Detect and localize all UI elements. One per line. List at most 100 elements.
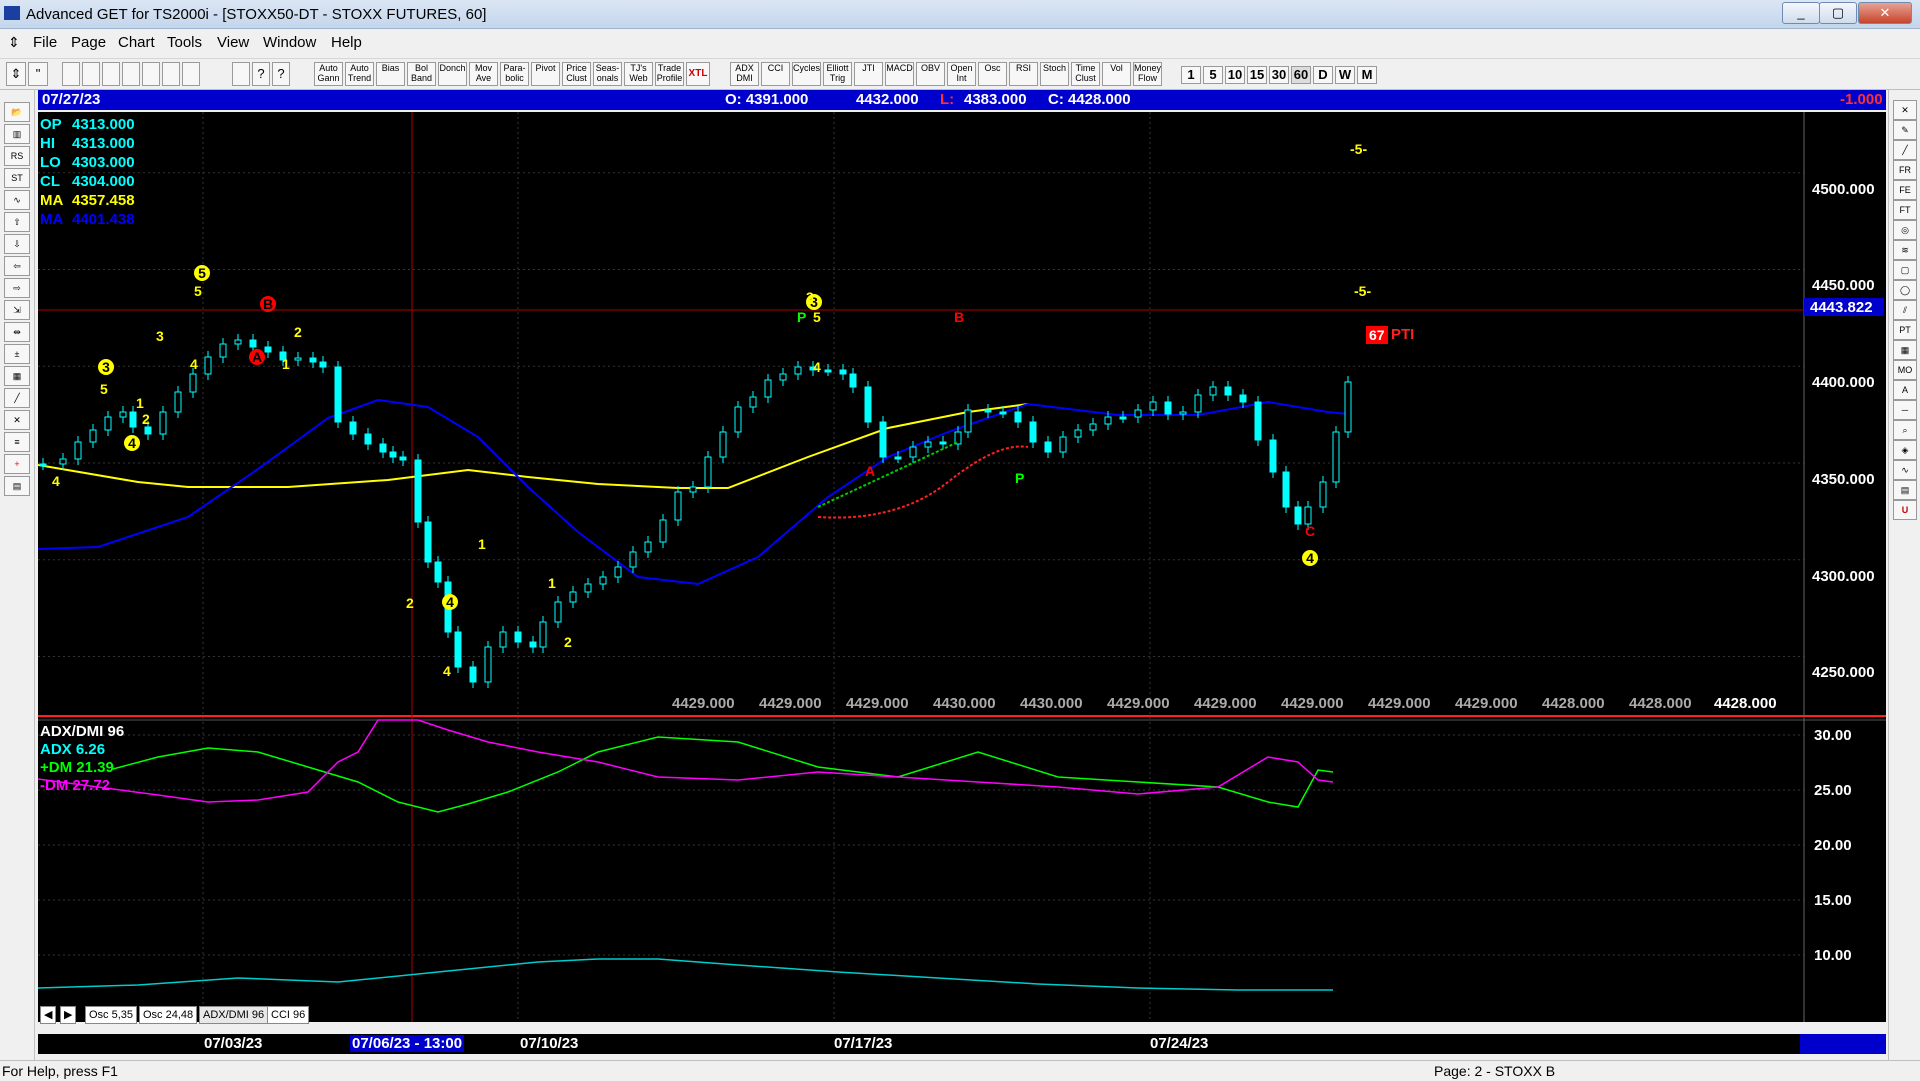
zoom-icon[interactable]: ± <box>4 344 30 364</box>
study-button-trade-profile[interactable]: Trade Profile <box>655 62 684 86</box>
channel-icon[interactable]: ⫽ <box>1893 300 1917 320</box>
study-button-price-clust[interactable]: Price Clust <box>562 62 591 86</box>
study-button-adx-dmi[interactable]: ADX DMI <box>730 62 759 86</box>
period-button-w[interactable]: W <box>1335 66 1355 84</box>
grid-icon[interactable] <box>142 62 160 86</box>
chart-area[interactable]: OP 4313.000 HI 4313.000 LO 4303.000 CL 4304.000… <box>38 112 1886 1022</box>
quote-icon[interactable]: " <box>28 62 48 86</box>
study-button-auto-gann[interactable]: Auto Gann <box>314 62 343 86</box>
text-tool-icon[interactable]: A <box>1893 380 1917 400</box>
reset-icon[interactable]: RS <box>4 146 30 166</box>
price-chart-svg[interactable] <box>38 112 1886 1022</box>
study-button-elliott-trig[interactable]: Elliott Trig <box>823 62 852 86</box>
period-button-m[interactable]: M <box>1357 66 1377 84</box>
print-chart-icon[interactable]: ▤ <box>4 476 30 496</box>
right-arrow-icon[interactable]: ⇨ <box>4 278 30 298</box>
line-tool-icon[interactable]: ╱ <box>1893 140 1917 160</box>
compress-icon[interactable]: ⇲ <box>4 300 30 320</box>
study-button-tj-s-web[interactable]: TJ's Web <box>624 62 653 86</box>
left-arrow-icon[interactable]: ⇦ <box>4 256 30 276</box>
menu-tools[interactable]: Tools <box>167 34 202 51</box>
open-icon[interactable]: 📂 <box>4 102 30 122</box>
study-button-cci[interactable]: CCI <box>761 62 790 86</box>
study-button-pivot[interactable]: Pivot <box>531 62 560 86</box>
tile-icon[interactable] <box>162 62 180 86</box>
maximize-button[interactable]: ▢ <box>1819 2 1857 24</box>
fib-time-icon[interactable]: FT <box>1893 200 1917 220</box>
study-button-jti[interactable]: JTI <box>854 62 883 86</box>
study-button-cycles[interactable]: Cycles <box>792 62 821 86</box>
undo-icon[interactable]: U <box>1893 500 1917 520</box>
tab-scroll-right[interactable]: ▶ <box>60 1006 77 1024</box>
tile2-icon[interactable] <box>182 62 200 86</box>
menu-window[interactable]: Window <box>263 34 316 51</box>
crosshair-icon[interactable]: + <box>4 454 30 474</box>
period-button-60[interactable]: 60 <box>1291 66 1311 84</box>
pen-tool-icon[interactable]: ✎ <box>1893 120 1917 140</box>
study-button-stoch[interactable]: Stoch <box>1040 62 1069 86</box>
print-icon[interactable] <box>232 62 250 86</box>
study-button-money-flow[interactable]: Money Flow <box>1133 62 1162 86</box>
menu-file[interactable]: File <box>33 34 57 51</box>
layout-icon[interactable] <box>122 62 140 86</box>
fib-ret-icon[interactable]: FR <box>1893 160 1917 180</box>
lines-icon[interactable]: ╱ <box>4 388 30 408</box>
study-button-bias[interactable]: Bias <box>376 62 405 86</box>
period-button-10[interactable]: 10 <box>1225 66 1245 84</box>
tab-adx-dmi[interactable]: ADX/DMI 96 <box>199 1006 269 1024</box>
study-button-time-clust[interactable]: Time Clust <box>1071 62 1100 86</box>
ruler-icon[interactable]: ─ <box>1893 400 1917 420</box>
study-button-auto-trend[interactable]: Auto Trend <box>345 62 374 86</box>
doc-icon[interactable]: ⇕ <box>8 34 20 51</box>
study-button-donch[interactable]: Donch <box>438 62 467 86</box>
study-button-seas-onals[interactable]: Seas-onals <box>593 62 622 86</box>
ellipse-icon[interactable]: ◯ <box>1893 280 1917 300</box>
rect-icon[interactable]: ▢ <box>1893 260 1917 280</box>
gann-icon[interactable]: ✕ <box>4 410 30 430</box>
tab-osc-5-35[interactable]: Osc 5,35 <box>85 1006 138 1024</box>
study-button-mov-ave[interactable]: Mov Ave <box>469 62 498 86</box>
table-icon[interactable]: ▦ <box>4 366 30 386</box>
tab-scroll-left[interactable]: ◀ <box>40 1006 57 1024</box>
menu-page[interactable]: Page <box>71 34 106 51</box>
study-gann-icon[interactable]: ▥ <box>4 124 30 144</box>
arc-icon[interactable]: ◎ <box>1893 220 1917 240</box>
new-page-icon[interactable] <box>62 62 80 86</box>
help-icon[interactable]: ? <box>252 62 270 86</box>
fib-ext-icon[interactable]: FE <box>1893 180 1917 200</box>
grid-tool-icon[interactable]: ▦ <box>1893 340 1917 360</box>
down-arrow-icon[interactable]: ⇩ <box>4 234 30 254</box>
fib-icon[interactable]: ≡ <box>4 432 30 452</box>
period-button-30[interactable]: 30 <box>1269 66 1289 84</box>
context-help-icon[interactable]: ? <box>272 62 290 86</box>
study-button-osc[interactable]: Osc <box>978 62 1007 86</box>
minimize-button[interactable]: _ <box>1782 2 1820 24</box>
copy-icon[interactable] <box>82 62 100 86</box>
period-button-5[interactable]: 5 <box>1203 66 1223 84</box>
tab-osc-24-48[interactable]: Osc 24,48 <box>139 1006 198 1024</box>
menu-help[interactable]: Help <box>331 34 362 51</box>
tab-cci[interactable]: CCI 96 <box>267 1006 310 1024</box>
expand-icon[interactable]: ⇹ <box>4 322 30 342</box>
study-button-obv[interactable]: OBV <box>916 62 945 86</box>
study-icon[interactable]: ST <box>4 168 30 188</box>
study-button-xtl[interactable]: XTL <box>686 62 710 86</box>
pointer-icon[interactable]: ⇕ <box>6 62 26 86</box>
study-button-vol[interactable]: Vol <box>1102 62 1131 86</box>
magnify-icon[interactable]: ⌕ <box>1893 420 1917 440</box>
period-button-1[interactable]: 1 <box>1181 66 1201 84</box>
elliott-icon[interactable]: ∿ <box>4 190 30 210</box>
period-button-15[interactable]: 15 <box>1247 66 1267 84</box>
wave-tool-icon[interactable]: ∿ <box>1893 460 1917 480</box>
study-button-para-bolic[interactable]: Para-bolic <box>500 62 529 86</box>
up-arrow-icon[interactable]: ⇧ <box>4 212 30 232</box>
study-button-rsi[interactable]: RSI <box>1009 62 1038 86</box>
eraser-icon[interactable]: ◈ <box>1893 440 1917 460</box>
tool-options-icon[interactable]: ▤ <box>1893 480 1917 500</box>
study-button-macd[interactable]: MACD <box>885 62 914 86</box>
link-icon[interactable] <box>102 62 120 86</box>
study-button-open-int[interactable]: Open Int <box>947 62 976 86</box>
mob-icon[interactable]: MO <box>1893 360 1917 380</box>
pti-icon[interactable]: PT <box>1893 320 1917 340</box>
period-button-d[interactable]: D <box>1313 66 1333 84</box>
